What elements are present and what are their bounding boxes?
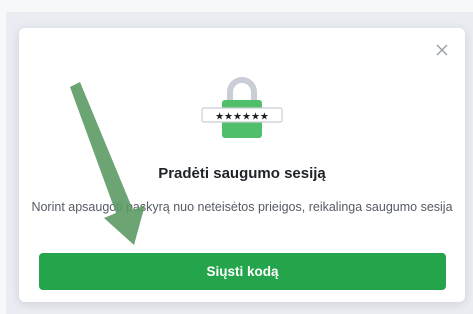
dialog-description: Norint apsaugoti paskyrą nuo neteisėtos … bbox=[31, 200, 453, 214]
security-session-dialog: ★★★★★★ Pradėti saugumo sesiją Norint aps… bbox=[19, 28, 465, 302]
backdrop-edge bbox=[0, 0, 6, 314]
close-button[interactable] bbox=[434, 42, 450, 58]
close-icon bbox=[436, 44, 448, 56]
dialog-title: Pradėti saugumo sesiją bbox=[158, 165, 326, 182]
send-code-button[interactable]: Siųsti kodą bbox=[39, 253, 446, 290]
password-mask: ★★★★★★ bbox=[215, 112, 269, 123]
backdrop bbox=[0, 0, 473, 12]
padlock-password-icon: ★★★★★★ bbox=[201, 77, 283, 138]
